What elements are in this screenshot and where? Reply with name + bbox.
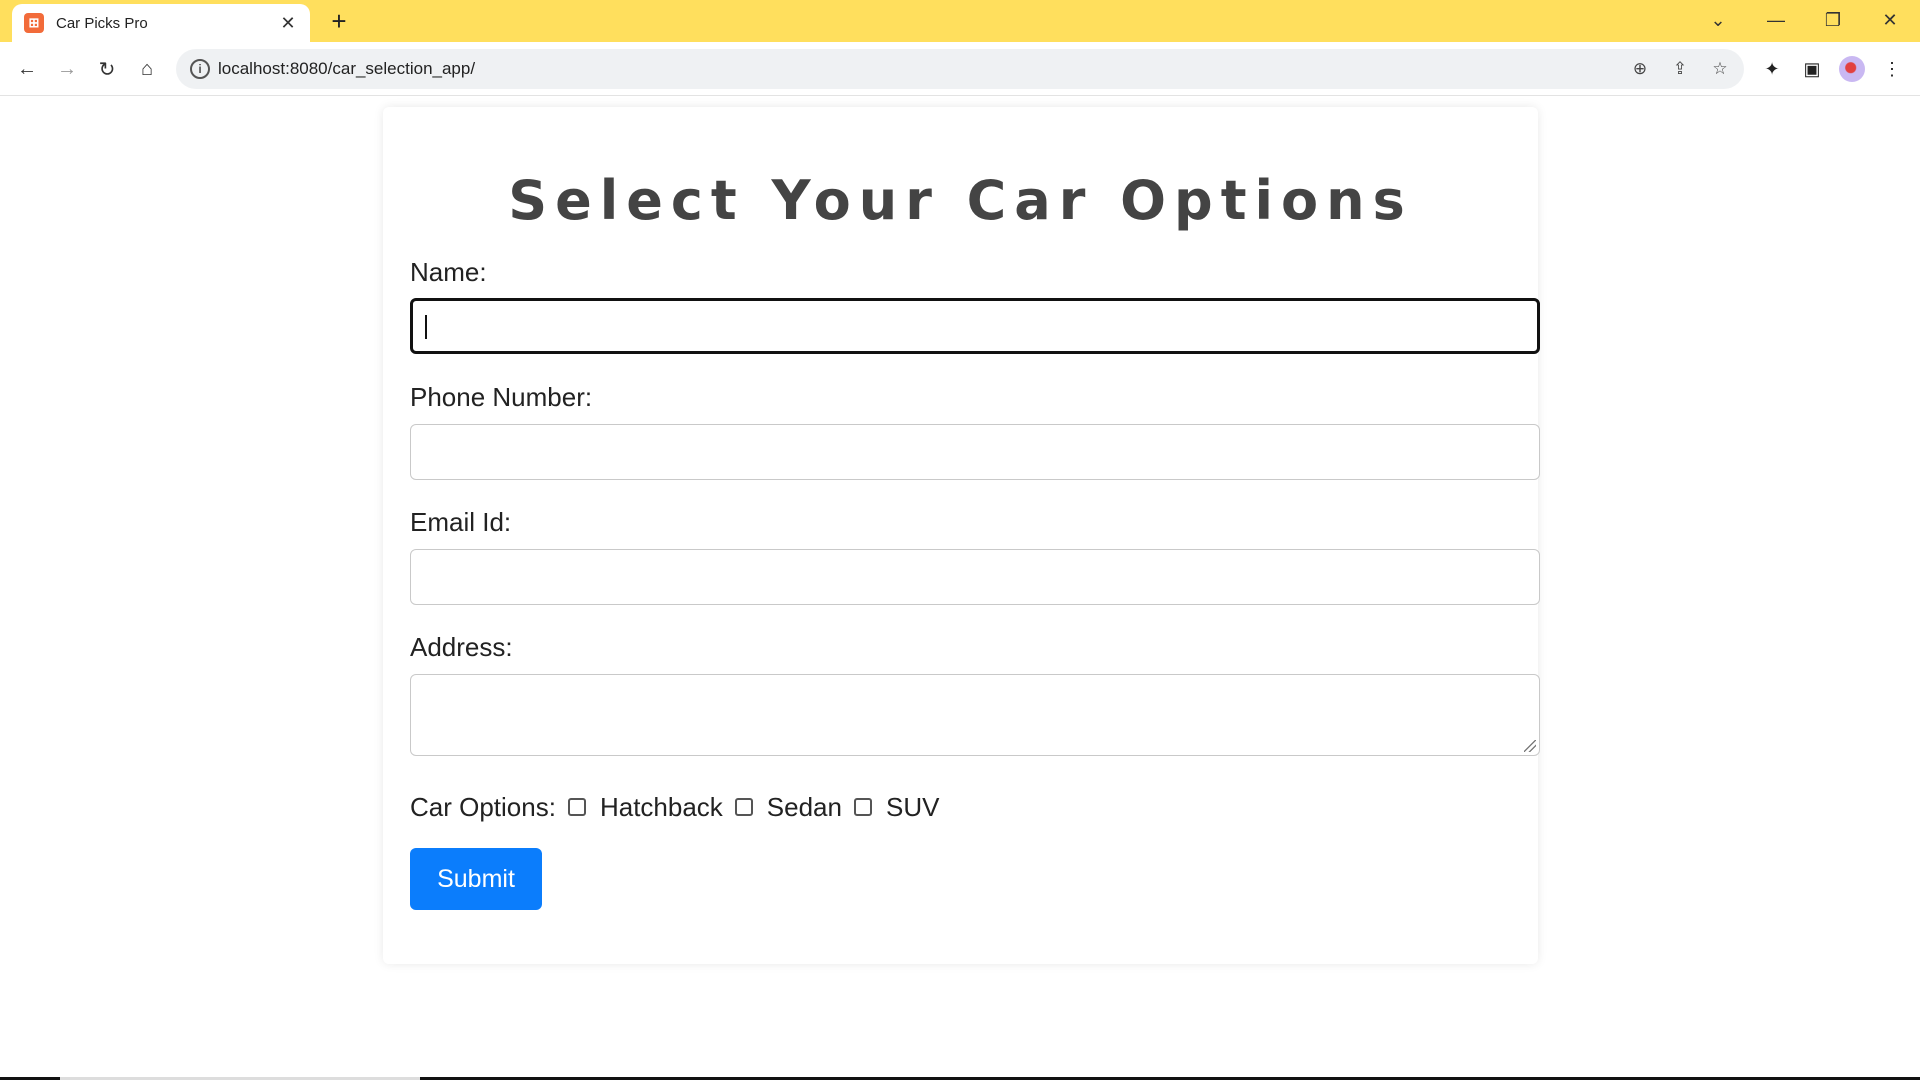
text-caret	[425, 315, 427, 339]
address-label: Address:	[410, 632, 513, 662]
address-bar[interactable]: i localhost:8080/car_selection_app/ ⊕ ⇪ …	[176, 49, 1744, 89]
phone-input[interactable]	[410, 424, 1540, 480]
hatchback-label[interactable]: Hatchback	[600, 792, 723, 823]
bookmark-star-icon[interactable]: ☆	[1708, 57, 1732, 81]
side-panel-icon[interactable]: ▣	[1796, 53, 1828, 85]
car-options-row: Car Options: Hatchback Sedan SUV	[410, 787, 939, 827]
menu-kebab-icon[interactable]: ⋮	[1876, 53, 1908, 85]
minimize-icon[interactable]: —	[1748, 0, 1804, 40]
close-icon[interactable]: ✕	[1862, 0, 1918, 40]
share-icon[interactable]: ⇪	[1668, 57, 1692, 81]
tab-search-chevron-icon[interactable]: ⌄	[1690, 0, 1746, 40]
profile-avatar[interactable]	[1836, 53, 1868, 85]
car-options-label: Car Options:	[410, 791, 556, 822]
sedan-checkbox[interactable]	[734, 798, 753, 816]
restore-icon[interactable]: ❐	[1805, 0, 1861, 40]
resize-handle-icon[interactable]	[1524, 740, 1536, 752]
home-icon[interactable]: ⌂	[131, 53, 163, 85]
reload-icon[interactable]: ↻	[91, 53, 123, 85]
zoom-icon[interactable]: ⊕	[1628, 57, 1652, 81]
browser-toolbar: ← → ↻ ⌂ i localhost:8080/car_selection_a…	[0, 42, 1920, 96]
sedan-label[interactable]: Sedan	[767, 792, 842, 823]
phone-label: Phone Number:	[410, 382, 593, 412]
new-tab-button[interactable]: +	[324, 6, 354, 36]
email-input[interactable]	[410, 549, 1540, 605]
url-text[interactable]: localhost:8080/car_selection_app/	[218, 59, 475, 79]
name-input[interactable]	[410, 298, 1540, 354]
hatchback-checkbox[interactable]	[567, 798, 586, 816]
extensions-icon[interactable]: ✦	[1756, 53, 1788, 85]
tab-bar: ⊞ Car Picks Pro ✕ + ⌄ — ❐ ✕	[0, 0, 1920, 42]
form-card: Select Your Car Options Name: Phone Numb…	[383, 107, 1540, 964]
suv-checkbox[interactable]	[853, 798, 872, 816]
app-favicon-icon: ⊞	[24, 13, 44, 33]
address-textarea[interactable]	[410, 674, 1540, 756]
forward-icon[interactable]: →	[51, 53, 83, 85]
email-label: Email Id:	[410, 507, 512, 537]
tab-close-icon[interactable]: ✕	[278, 13, 298, 34]
suv-label[interactable]: SUV	[886, 792, 939, 823]
page-title: Select Your Car Options	[508, 169, 1413, 232]
site-info-icon[interactable]: i	[190, 59, 210, 79]
submit-button[interactable]: Submit	[410, 848, 542, 910]
tab-title: Car Picks Pro	[56, 14, 148, 32]
name-label: Name:	[410, 257, 487, 287]
avatar	[1839, 56, 1865, 82]
back-icon[interactable]: ←	[11, 53, 43, 85]
browser-tab[interactable]: ⊞ Car Picks Pro ✕	[12, 4, 310, 42]
